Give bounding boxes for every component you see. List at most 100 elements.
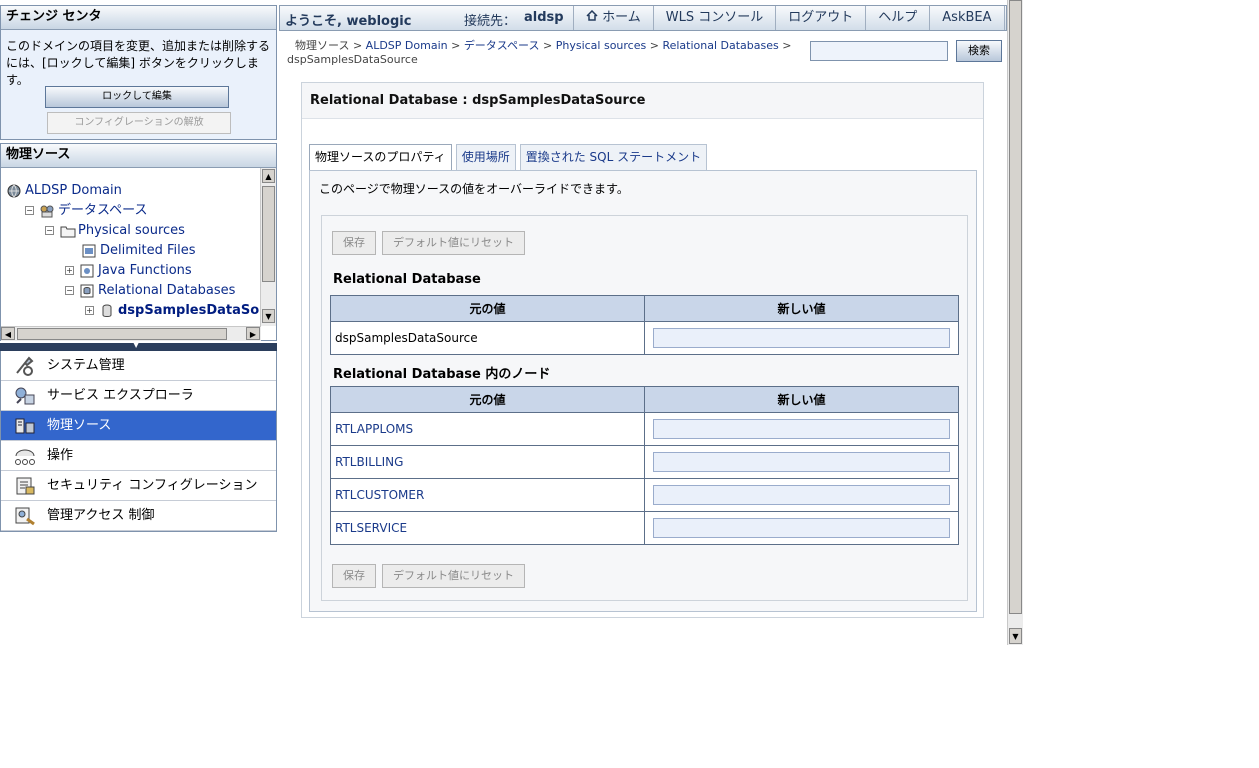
breadcrumb-item-current: dspSamplesDataSource — [287, 53, 418, 66]
new-value-input[interactable] — [653, 419, 950, 439]
tree-node-delimited-files[interactable]: Delimited Files — [82, 241, 196, 261]
tab-physical-source-properties[interactable]: 物理ソースのプロパティ — [309, 144, 452, 170]
breadcrumb-item-relational-databases[interactable]: Relational Databases — [662, 39, 778, 52]
tab-usage-locations[interactable]: 使用場所 — [455, 144, 516, 170]
top-button-row: 保存 デフォルト値にリセット — [332, 231, 531, 255]
tree-node-aldsp-domain[interactable]: ALDSP Domain — [7, 181, 122, 201]
reset-default-button[interactable]: デフォルト値にリセット — [382, 564, 525, 588]
askbea-link[interactable]: AskBEA — [929, 6, 1005, 30]
table-row: RTLSERVICE — [330, 511, 959, 545]
scroll-up-arrow-icon[interactable]: ▲ — [262, 169, 275, 183]
original-value-cell[interactable]: RTLAPPLOMS — [330, 412, 645, 446]
nav-item-service-explorer[interactable]: サービス エクスプローラ — [1, 381, 276, 411]
tree-node-relational-databases[interactable]: − Relational Databases — [65, 281, 235, 301]
logout-link[interactable]: ログアウト — [775, 6, 865, 30]
col-new-value: 新しい値 — [644, 386, 959, 413]
expand-icon[interactable]: + — [85, 306, 94, 315]
table-row: RTLBILLING — [330, 445, 959, 479]
new-value-cell — [644, 478, 959, 512]
lock-and-edit-button[interactable]: ロックして編集 — [45, 86, 229, 108]
relational-database-table: 元の値 新しい値 dspSamplesDataSource — [330, 295, 959, 355]
tree-node-dspsamplesdatasource[interactable]: + dspSamplesDataSource — [85, 301, 261, 321]
new-value-cell — [644, 445, 959, 479]
section-relational-database-title: Relational Database — [333, 272, 481, 287]
wls-console-link[interactable]: WLS コンソール — [652, 6, 775, 30]
home-icon — [586, 9, 598, 25]
breadcrumb-item-physical-sources-2[interactable]: Physical sources — [556, 39, 647, 52]
collapse-icon[interactable]: − — [65, 286, 74, 295]
nav-menu: システム管理 サービス エクスプローラ 物理ソース 操作 セキュリティ コンフィ… — [0, 351, 277, 532]
breadcrumb-item-physical-sources[interactable]: 物理ソース — [295, 39, 349, 52]
tools-icon — [13, 355, 37, 377]
help-link[interactable]: ヘルプ — [865, 6, 929, 30]
header-bar: ようこそ, weblogic 接続先： aldsp ホーム WLS コンソール … — [279, 5, 1007, 31]
new-value-input[interactable] — [653, 452, 950, 472]
original-value-cell: dspSamplesDataSource — [330, 321, 645, 355]
breadcrumb-separator: > — [451, 39, 461, 52]
java-function-icon — [80, 264, 94, 278]
physical-sources-tree-panel: 物理ソース ALDSP Domain − データスペース − Physical … — [0, 143, 277, 341]
nav-item-physical-sources[interactable]: 物理ソース — [1, 411, 276, 441]
page-vscroll-thumb[interactable] — [1009, 0, 1022, 614]
new-value-cell — [644, 511, 959, 545]
col-new-value: 新しい値 — [644, 295, 959, 322]
panel-splitter[interactable]: ▼ — [0, 340, 277, 351]
home-link[interactable]: ホーム — [573, 6, 653, 30]
search-input[interactable] — [810, 41, 948, 61]
breadcrumb: 物理ソース > ALDSP Domain > データスペース > Physica… — [287, 39, 807, 67]
original-value-cell[interactable]: RTLCUSTOMER — [330, 478, 645, 512]
tree-node-java-functions[interactable]: + Java Functions — [65, 261, 192, 281]
scroll-left-arrow-icon[interactable]: ◀ — [1, 327, 15, 340]
tree-horizontal-scrollbar[interactable]: ◀ ▶ — [1, 326, 261, 341]
scroll-down-arrow-icon[interactable]: ▼ — [1009, 628, 1022, 644]
tree-node-physical-sources[interactable]: − Physical sources — [45, 221, 185, 241]
content-panel: Relational Database : dspSamplesDataSour… — [301, 82, 984, 618]
col-original-value: 元の値 — [330, 386, 645, 413]
new-value-cell — [644, 412, 959, 446]
new-value-input[interactable] — [653, 485, 950, 505]
table-row: RTLAPPLOMS — [330, 412, 959, 446]
override-form: 保存 デフォルト値にリセット Relational Database 元の値 新… — [321, 215, 968, 601]
breadcrumb-item-aldsp-domain[interactable]: ALDSP Domain — [366, 39, 448, 52]
original-value-cell[interactable]: RTLBILLING — [330, 445, 645, 479]
nav-item-system-admin[interactable]: システム管理 — [1, 351, 276, 381]
col-original-value: 元の値 — [330, 295, 645, 322]
new-value-input[interactable] — [653, 328, 950, 348]
breadcrumb-separator: > — [782, 39, 792, 52]
nodes-table: 元の値 新しい値 RTLAPPLOMS RTLBILLING RTLCUSTOM… — [330, 386, 959, 545]
tree-hscroll-thumb[interactable] — [17, 328, 227, 340]
release-configuration-button[interactable]: コンフィグレーションの解放 — [47, 112, 231, 134]
collapse-icon[interactable]: − — [45, 226, 54, 235]
search-button[interactable]: 検索 — [956, 40, 1002, 62]
page-vertical-scrollbar[interactable]: ▼ — [1007, 0, 1023, 645]
original-value-cell[interactable]: RTLSERVICE — [330, 511, 645, 545]
table-row: dspSamplesDataSource — [330, 321, 959, 355]
nav-item-operations[interactable]: 操作 — [1, 441, 276, 471]
tree-vscroll-thumb[interactable] — [262, 186, 275, 282]
splitter-arrow-icon: ▼ — [133, 340, 140, 349]
expand-icon[interactable]: + — [65, 266, 74, 275]
connected-to-value: aldsp — [524, 10, 564, 25]
save-button[interactable]: 保存 — [332, 231, 376, 255]
table-row: RTLCUSTOMER — [330, 478, 959, 512]
collapse-icon[interactable]: − — [25, 206, 34, 215]
reset-default-button[interactable]: デフォルト値にリセット — [382, 231, 525, 255]
scroll-down-arrow-icon[interactable]: ▼ — [262, 309, 275, 323]
left-column: チェンジ センタ このドメインの項目を変更、追加または削除するには、[ロックして… — [0, 0, 278, 532]
header-links: ホーム WLS コンソール ログアウト ヘルプ AskBEA — [573, 6, 1005, 30]
nav-item-admin-access[interactable]: 管理アクセス 制御 — [1, 501, 276, 531]
console-app: チェンジ センタ このドメインの項目を変更、追加または削除するには、[ロックして… — [0, 0, 1024, 645]
section-nodes-title: Relational Database 内のノード — [333, 367, 551, 382]
tab-bar: 物理ソースのプロパティ 使用場所 置換された SQL ステートメント — [309, 144, 711, 170]
tree-vertical-scrollbar[interactable]: ▲ ▼ — [260, 168, 276, 326]
new-value-cell — [644, 321, 959, 355]
tab-replaced-sql-statements[interactable]: 置換された SQL ステートメント — [519, 144, 708, 170]
scroll-right-arrow-icon[interactable]: ▶ — [246, 327, 260, 340]
tree-node-dataspace[interactable]: − データスペース — [25, 201, 147, 221]
nav-item-security-config[interactable]: セキュリティ コンフィグレーション — [1, 471, 276, 501]
breadcrumb-item-dataspace[interactable]: データスペース — [464, 39, 540, 52]
intro-text: このページで物理ソースの値をオーバーライドできます。 — [319, 182, 629, 196]
new-value-input[interactable] — [653, 518, 950, 538]
save-button[interactable]: 保存 — [332, 564, 376, 588]
change-center-description: このドメインの項目を変更、追加または削除するには、[ロックして編集] ボタンをク… — [6, 39, 271, 87]
